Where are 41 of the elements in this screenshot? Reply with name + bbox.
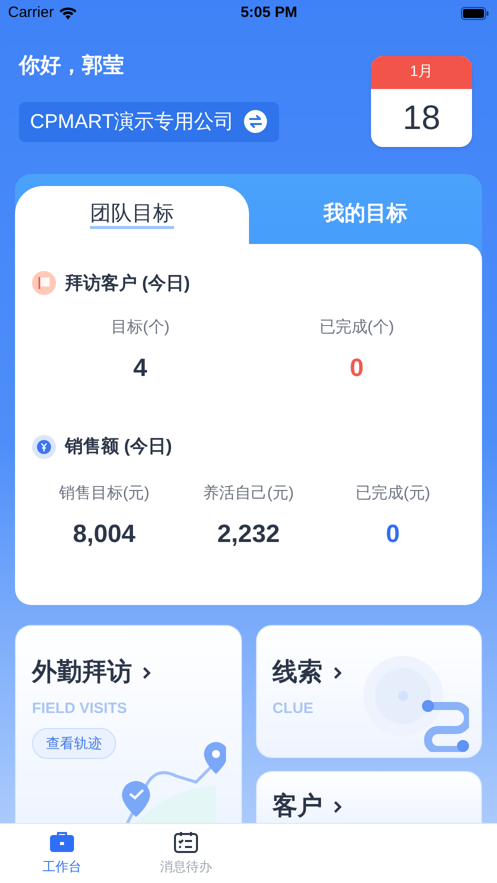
chevron-right-icon	[332, 800, 342, 814]
shortcut-card[interactable]: 外勤拜访 FIELD VISITS 查看轨迹	[15, 625, 242, 823]
metric-value: 8,004	[72, 518, 136, 550]
metric-value: 0	[350, 353, 364, 384]
chevron-right-icon	[332, 666, 342, 680]
metric-label: 销售目标(元)	[58, 484, 150, 504]
swap-icon	[244, 110, 268, 133]
section-title: 拜访客户 (今日)	[65, 272, 190, 295]
checklist-calendar-icon	[174, 830, 198, 853]
flag-icon	[32, 271, 56, 295]
wifi-icon	[58, 6, 77, 20]
card-title: 线索	[272, 657, 322, 688]
greeting-text: 你好，郭莹	[19, 52, 125, 79]
shortcut-card[interactable]: 客户	[256, 771, 482, 823]
shortcut-card[interactable]: 线索 CLUE	[256, 625, 482, 758]
goal-tab[interactable]: 我的目标	[248, 186, 482, 244]
metric-value: 2,232	[217, 518, 280, 550]
metric-label: 已完成(元)	[355, 484, 430, 504]
tab-bar-item[interactable]: 消息待办	[124, 824, 248, 883]
yen-coin-icon	[32, 434, 56, 458]
company-selector[interactable]: CPMART演示专用公司	[19, 102, 280, 142]
status-time: 5:05 PM	[240, 2, 298, 23]
chevron-right-icon	[142, 666, 151, 680]
metric-value: 0	[386, 518, 400, 550]
card-subtitle: CLUE	[272, 698, 314, 718]
card-title: 外勤拜访	[32, 657, 132, 688]
briefcase-icon	[50, 830, 74, 853]
calendar-month: 1月	[371, 56, 472, 89]
goal-tab[interactable]: 团队目标	[15, 186, 248, 244]
card-subtitle: FIELD VISITS	[32, 698, 128, 718]
section-title: 销售额 (今日)	[65, 435, 172, 458]
carrier-label: Carrier	[8, 2, 54, 23]
metric-label: 养活自己(元)	[203, 484, 294, 504]
metric-value: 4	[133, 353, 148, 384]
calendar-day: 18	[371, 89, 472, 147]
battery-icon	[460, 6, 489, 20]
metric-label: 已完成(个)	[319, 318, 394, 338]
metric-label: 目标(个)	[110, 318, 170, 338]
card-title: 客户	[272, 791, 322, 822]
view-track-button[interactable]: 查看轨迹	[32, 728, 116, 759]
tab-bar-item[interactable]: 工作台	[0, 824, 124, 883]
